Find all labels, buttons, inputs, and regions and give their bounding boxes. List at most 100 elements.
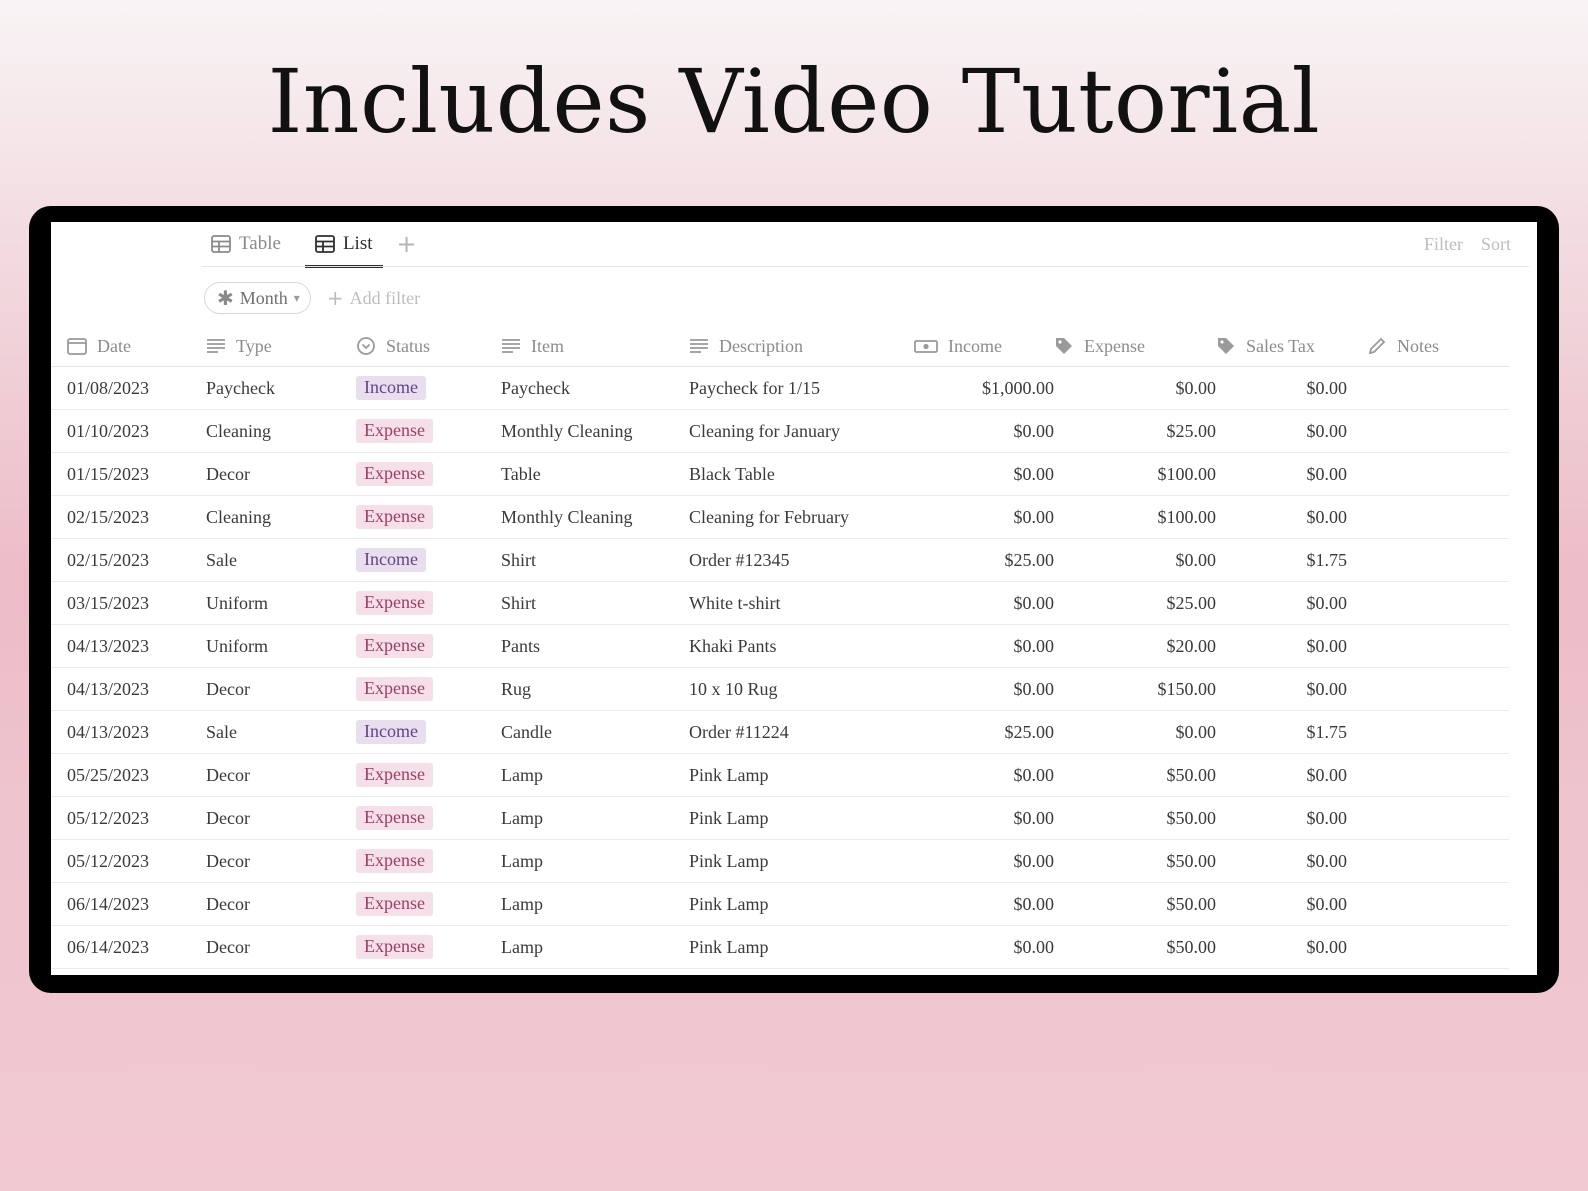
expense-cell[interactable]: $50.00 xyxy=(1054,882,1216,926)
sales-tax-cell[interactable]: $0.00 xyxy=(1216,581,1347,625)
column-header-notes[interactable]: Notes xyxy=(1347,326,1509,367)
expense-cell[interactable]: $50.00 xyxy=(1054,839,1216,883)
description-cell[interactable]: Pink Lamp xyxy=(689,753,914,797)
status-cell[interactable]: Income xyxy=(356,366,501,410)
item-cell[interactable]: Rug xyxy=(501,667,689,711)
item-cell[interactable]: Lamp xyxy=(501,839,689,883)
status-cell[interactable]: Expense xyxy=(356,495,501,539)
sort-button[interactable]: Sort xyxy=(1481,234,1511,255)
expense-cell[interactable]: $50.00 xyxy=(1054,925,1216,969)
table-row[interactable]: 04/13/2023 Sale Income Candle Order #11224 $2… xyxy=(51,710,1509,754)
notes-cell[interactable] xyxy=(1347,366,1509,410)
description-cell[interactable]: Black Table xyxy=(689,452,914,496)
income-cell[interactable]: $25.00 xyxy=(914,710,1054,754)
status-cell[interactable]: Expense xyxy=(356,452,501,496)
status-cell[interactable]: Expense xyxy=(356,581,501,625)
sales-tax-cell[interactable]: $0.00 xyxy=(1216,366,1347,410)
type-cell[interactable]: Decor xyxy=(206,753,356,797)
description-cell[interactable]: Cleaning for January xyxy=(689,409,914,453)
table-row[interactable]: 04/13/2023 Uniform Expense Pants Khaki Pants… xyxy=(51,624,1509,668)
date-cell[interactable]: 05/12/2023 xyxy=(51,839,206,883)
type-cell[interactable]: Decor xyxy=(206,839,356,883)
item-cell[interactable]: Lamp xyxy=(501,796,689,840)
status-cell[interactable]: Expense xyxy=(356,667,501,711)
item-cell[interactable]: Pants xyxy=(501,624,689,668)
column-header-sales-tax[interactable]: Sales Tax xyxy=(1216,326,1347,367)
date-cell[interactable]: 05/25/2023 xyxy=(51,753,206,797)
expense-cell[interactable]: $25.00 xyxy=(1054,409,1216,453)
date-cell[interactable]: 01/08/2023 xyxy=(51,366,206,410)
item-cell[interactable]: Table xyxy=(501,452,689,496)
sales-tax-cell[interactable]: $1.75 xyxy=(1216,710,1347,754)
table-row[interactable]: 06/14/2023 Decor Expense Lamp Pink Lamp $0.00… xyxy=(51,925,1509,969)
notes-cell[interactable] xyxy=(1347,495,1509,539)
description-cell[interactable]: Cleaning for February xyxy=(689,495,914,539)
type-cell[interactable]: Sale xyxy=(206,710,356,754)
item-cell[interactable]: Shirt xyxy=(501,538,689,582)
expense-cell[interactable]: $50.00 xyxy=(1054,753,1216,797)
income-cell[interactable]: $0.00 xyxy=(914,925,1054,969)
date-cell[interactable]: 01/10/2023 xyxy=(51,409,206,453)
expense-cell[interactable]: $25.00 xyxy=(1054,581,1216,625)
month-filter-chip[interactable]: ✱ Month ▾ xyxy=(204,282,311,314)
description-cell[interactable]: Pink Lamp xyxy=(689,796,914,840)
status-cell[interactable]: Income xyxy=(356,538,501,582)
item-cell[interactable]: Lamp xyxy=(501,753,689,797)
type-cell[interactable]: Decor xyxy=(206,882,356,926)
sales-tax-cell[interactable]: $0.00 xyxy=(1216,409,1347,453)
table-row[interactable]: 01/15/2023 Decor Expense Table Black Table $0… xyxy=(51,452,1509,496)
column-header-description[interactable]: Description xyxy=(689,326,914,367)
notes-cell[interactable] xyxy=(1347,409,1509,453)
type-cell[interactable]: Sale xyxy=(206,538,356,582)
description-cell[interactable]: 10 x 10 Rug xyxy=(689,667,914,711)
notes-cell[interactable] xyxy=(1347,882,1509,926)
type-cell[interactable]: Uniform xyxy=(206,624,356,668)
notes-cell[interactable] xyxy=(1347,538,1509,582)
type-cell[interactable]: Decor xyxy=(206,667,356,711)
date-cell[interactable]: 06/14/2023 xyxy=(51,925,206,969)
notes-cell[interactable] xyxy=(1347,925,1509,969)
status-cell[interactable]: Expense xyxy=(356,839,501,883)
expense-cell[interactable]: $50.00 xyxy=(1054,796,1216,840)
sales-tax-cell[interactable]: $0.00 xyxy=(1216,882,1347,926)
income-cell[interactable]: $0.00 xyxy=(914,839,1054,883)
status-cell[interactable]: Expense xyxy=(356,624,501,668)
expense-cell[interactable]: $0.00 xyxy=(1054,710,1216,754)
type-cell[interactable]: Decor xyxy=(206,925,356,969)
sales-tax-cell[interactable]: $0.00 xyxy=(1216,495,1347,539)
column-header-status[interactable]: Status xyxy=(356,326,501,367)
description-cell[interactable]: Pink Lamp xyxy=(689,839,914,883)
sales-tax-cell[interactable]: $1.75 xyxy=(1216,538,1347,582)
date-cell[interactable]: 03/15/2023 xyxy=(51,581,206,625)
column-header-income[interactable]: Income xyxy=(914,326,1054,367)
description-cell[interactable]: Khaki Pants xyxy=(689,624,914,668)
tab-table[interactable]: Table xyxy=(201,222,291,266)
notes-cell[interactable] xyxy=(1347,667,1509,711)
notes-cell[interactable] xyxy=(1347,624,1509,668)
income-cell[interactable]: $0.00 xyxy=(914,796,1054,840)
date-cell[interactable]: 02/15/2023 xyxy=(51,495,206,539)
description-cell[interactable]: White t-shirt xyxy=(689,581,914,625)
date-cell[interactable]: 02/15/2023 xyxy=(51,538,206,582)
add-view-button[interactable]: + xyxy=(397,230,417,258)
income-cell[interactable]: $0.00 xyxy=(914,882,1054,926)
sales-tax-cell[interactable]: $0.00 xyxy=(1216,667,1347,711)
notes-cell[interactable] xyxy=(1347,452,1509,496)
column-header-type[interactable]: Type xyxy=(206,326,356,367)
sales-tax-cell[interactable]: $0.00 xyxy=(1216,753,1347,797)
income-cell[interactable]: $0.00 xyxy=(914,495,1054,539)
type-cell[interactable]: Cleaning xyxy=(206,409,356,453)
date-cell[interactable]: 04/13/2023 xyxy=(51,667,206,711)
income-cell[interactable]: $0.00 xyxy=(914,753,1054,797)
item-cell[interactable]: Monthly Cleaning xyxy=(501,409,689,453)
status-cell[interactable]: Expense xyxy=(356,753,501,797)
status-cell[interactable]: Expense xyxy=(356,882,501,926)
type-cell[interactable]: Cleaning xyxy=(206,495,356,539)
status-cell[interactable]: Income xyxy=(356,710,501,754)
table-row[interactable]: 04/13/2023 Decor Expense Rug 10 x 10 Rug $0.0… xyxy=(51,667,1509,711)
item-cell[interactable]: Lamp xyxy=(501,882,689,926)
income-cell[interactable]: $1,000.00 xyxy=(914,366,1054,410)
type-cell[interactable]: Paycheck xyxy=(206,366,356,410)
sales-tax-cell[interactable]: $0.00 xyxy=(1216,624,1347,668)
table-row[interactable]: 05/12/2023 Decor Expense Lamp Pink Lamp $0.00… xyxy=(51,839,1509,883)
